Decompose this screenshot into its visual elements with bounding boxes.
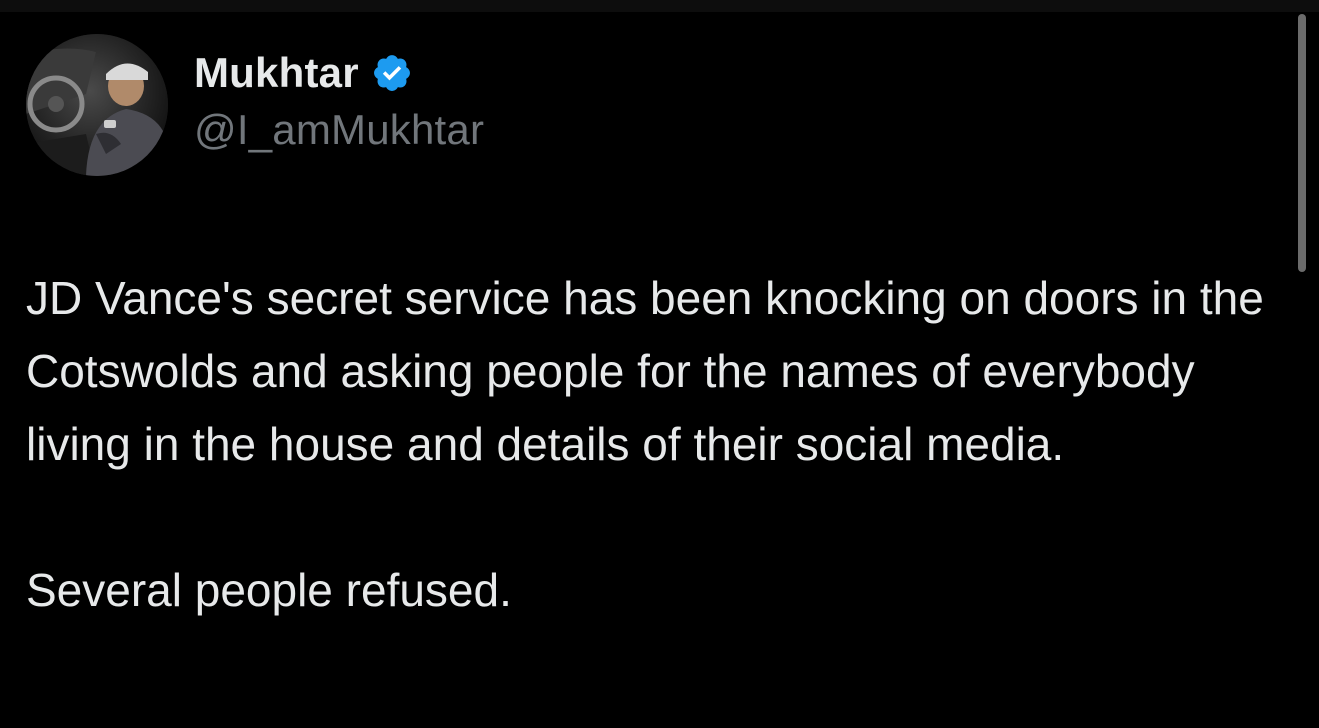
avatar[interactable]	[26, 34, 168, 176]
tweet-text: JD Vance's secret service has been knock…	[26, 262, 1266, 627]
verified-badge-icon	[371, 52, 413, 94]
tweet-paragraph: JD Vance's secret service has been knock…	[26, 272, 1264, 470]
scrollbar[interactable]	[1297, 14, 1307, 714]
display-name[interactable]: Mukhtar	[194, 49, 359, 97]
tweet-header: Mukhtar @I_amMukhtar	[26, 34, 926, 176]
author-names: Mukhtar @I_amMukhtar	[194, 46, 484, 154]
tweet-paragraph: Several people refused.	[26, 564, 512, 616]
author-handle[interactable]: @I_amMukhtar	[194, 106, 484, 154]
tweet: Mukhtar @I_amMukhtar JD Vance's secret s…	[0, 12, 1300, 728]
avatar-image	[26, 34, 168, 176]
display-name-row: Mukhtar	[194, 46, 484, 100]
window-top-edge	[0, 0, 1319, 12]
scrollbar-thumb[interactable]	[1298, 14, 1306, 272]
